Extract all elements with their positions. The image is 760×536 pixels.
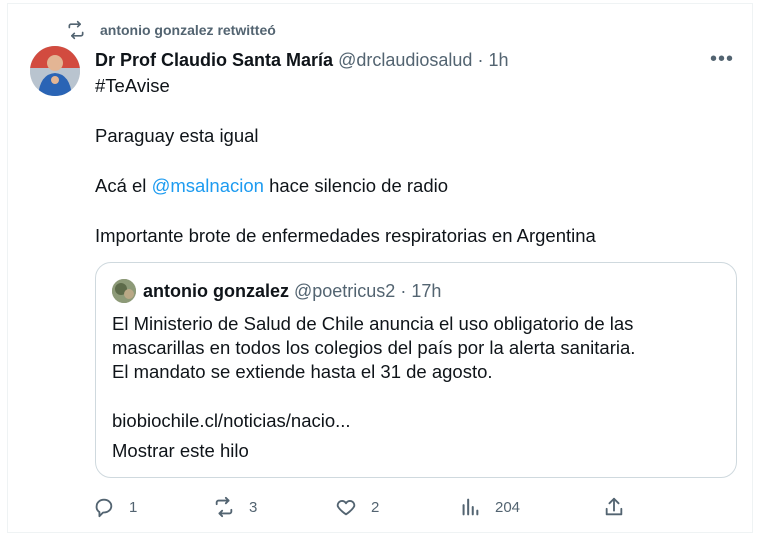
retweet-icon bbox=[68, 20, 84, 40]
author-name[interactable]: Dr Prof Claudio Santa María bbox=[95, 50, 333, 70]
quoted-tweet-header: antonio gonzalez @poetricus2 · 17h bbox=[112, 279, 441, 303]
tweet-card[interactable]: antonio gonzalez retwitteó Dr Prof Claud… bbox=[7, 3, 753, 533]
reply-count: 1 bbox=[129, 498, 138, 516]
quoted-author-name[interactable]: antonio gonzalez bbox=[143, 281, 289, 302]
views-icon bbox=[462, 498, 479, 516]
quoted-text-line: El mandato se extiende hasta el 31 de ag… bbox=[112, 361, 493, 382]
retweet-label[interactable]: antonio gonzalez retwitteó bbox=[100, 22, 276, 38]
show-thread-link[interactable]: Mostrar este hilo bbox=[112, 439, 249, 463]
tweet-text-line: Paraguay esta igual bbox=[95, 125, 259, 146]
retweet-button[interactable]: 3 bbox=[213, 496, 257, 518]
author-handle[interactable]: @drclaudiosalud bbox=[338, 50, 472, 70]
avatar[interactable] bbox=[30, 46, 80, 96]
heart-icon bbox=[336, 500, 356, 516]
text-fragment: hace silencio de radio bbox=[269, 175, 449, 196]
retweet-count: 3 bbox=[249, 498, 258, 516]
reply-icon bbox=[95, 498, 113, 518]
tweet-text-line: Acá el @msalnacion hace silencio de radi… bbox=[95, 174, 448, 198]
tweet-text-line: Importante brote de enfermedades respira… bbox=[95, 225, 596, 246]
hashtag-link[interactable]: #TeAvise bbox=[95, 74, 170, 98]
quoted-time[interactable]: 17h bbox=[411, 281, 441, 302]
like-button[interactable]: 2 bbox=[335, 496, 379, 518]
separator: · bbox=[400, 280, 407, 301]
separator: · bbox=[477, 50, 484, 70]
quoted-text-line: mascarillas en todos los colegios del pa… bbox=[112, 337, 636, 358]
views-count: 204 bbox=[495, 498, 521, 516]
tweet-time[interactable]: 1h bbox=[488, 50, 508, 70]
quoted-link[interactable]: biobiochile.cl/noticias/nacio... bbox=[112, 409, 351, 433]
quoted-tweet[interactable]: antonio gonzalez @poetricus2 · 17h El Mi… bbox=[95, 262, 737, 478]
views-button[interactable]: 204 bbox=[459, 496, 520, 518]
quoted-text-line: El Ministerio de Salud de Chile anuncia … bbox=[112, 313, 634, 334]
share-icon bbox=[605, 497, 623, 516]
tweet-header: Dr Prof Claudio Santa María @drclaudiosa… bbox=[95, 48, 508, 72]
retweet-context: antonio gonzalez retwitteó bbox=[66, 20, 276, 40]
reply-button[interactable]: 1 bbox=[93, 496, 137, 518]
retweet-icon bbox=[215, 496, 233, 518]
more-options-icon[interactable]: ••• bbox=[710, 48, 734, 71]
mention-link[interactable]: @msalnacion bbox=[152, 175, 264, 196]
share-button[interactable] bbox=[603, 496, 639, 518]
like-count: 2 bbox=[371, 498, 380, 516]
quoted-avatar[interactable] bbox=[112, 279, 136, 303]
quoted-author-handle[interactable]: @poetricus2 bbox=[294, 281, 395, 302]
text-fragment: Acá el bbox=[95, 175, 147, 196]
